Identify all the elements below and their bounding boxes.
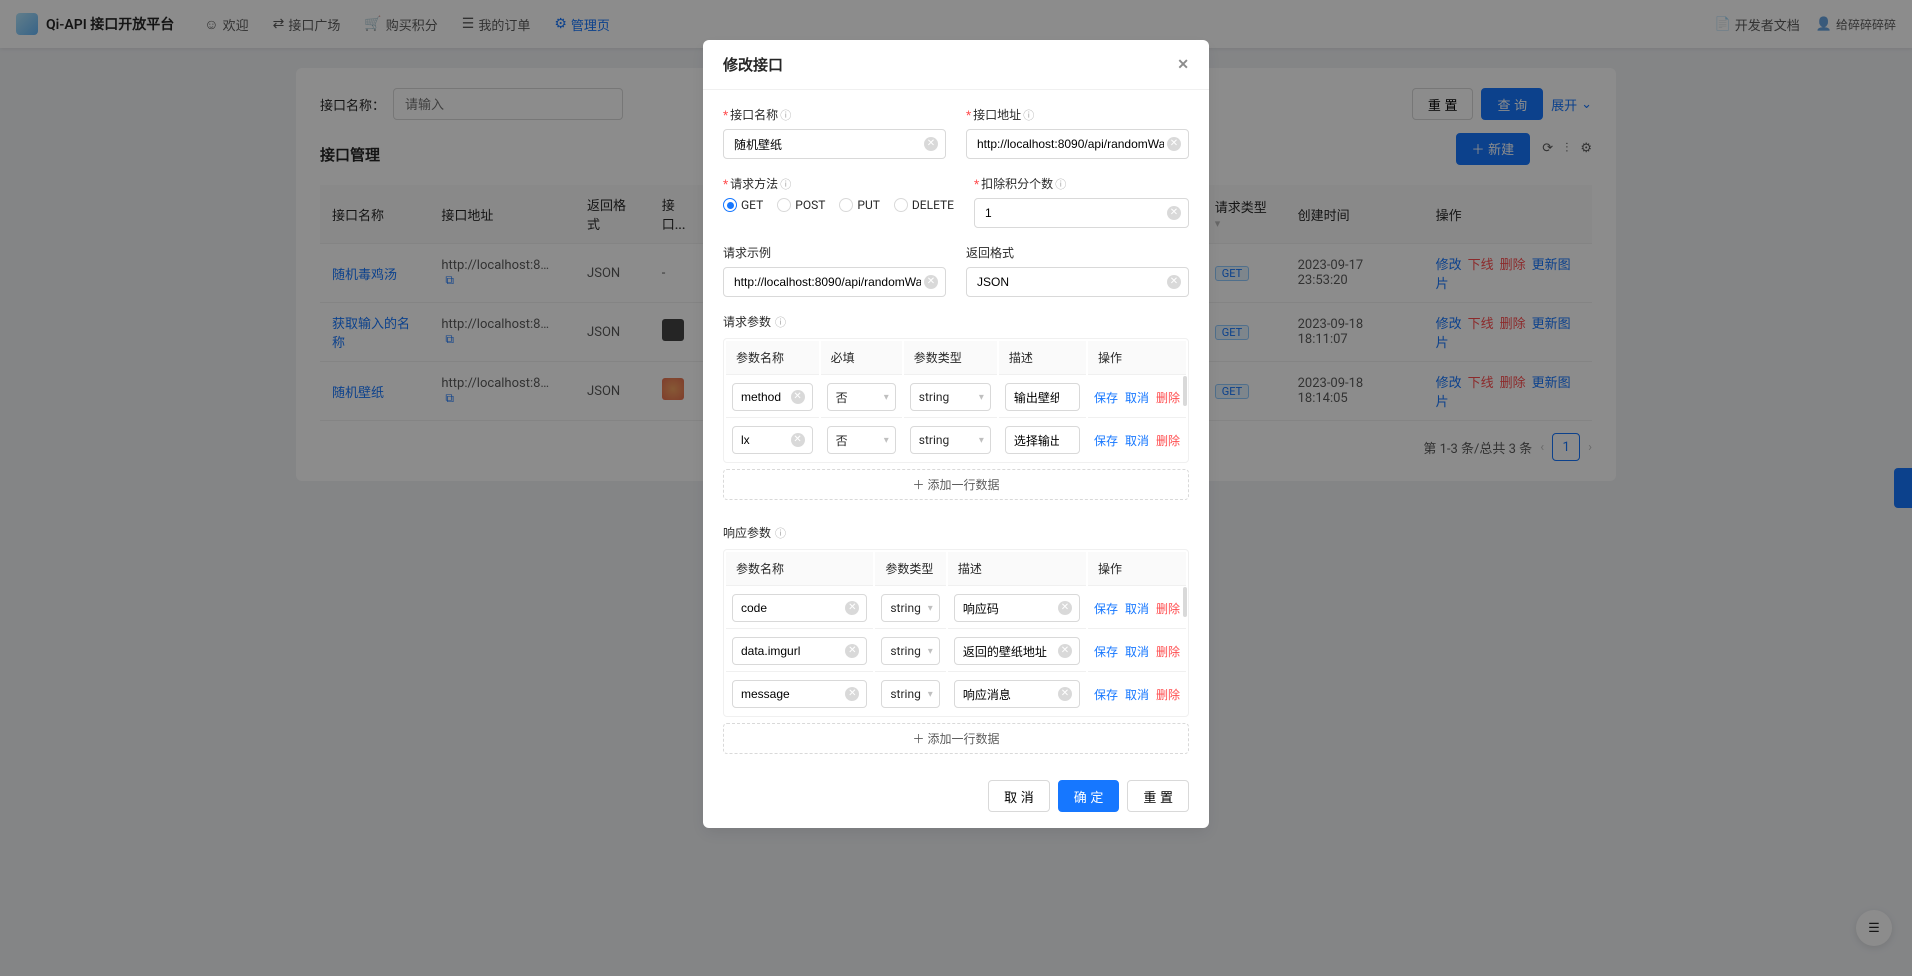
param-row: ✕ string▾ ✕ 保存 取消 删除 bbox=[726, 674, 1186, 714]
url-input[interactable] bbox=[966, 129, 1189, 159]
ok-button[interactable]: 确 定 bbox=[1058, 780, 1120, 812]
info-icon: ⓘ bbox=[780, 176, 791, 192]
save-link[interactable]: 保存 bbox=[1094, 434, 1118, 448]
info-icon: ⓘ bbox=[1055, 176, 1066, 192]
req-params-table: 参数名称 必填 参数类型 描述 操作 ✕否▾string▾保存 取消 删除✕否▾… bbox=[723, 338, 1189, 463]
info-icon: ⓘ bbox=[780, 107, 791, 123]
cancel-button[interactable]: 取 消 bbox=[988, 780, 1050, 812]
chevron-down-icon: ▾ bbox=[928, 603, 933, 614]
clear-icon[interactable]: ✕ bbox=[845, 644, 859, 658]
scrollbar[interactable] bbox=[1183, 587, 1187, 617]
label-example: 请求示例 bbox=[723, 244, 771, 261]
cancel-link[interactable]: 取消 bbox=[1125, 391, 1149, 405]
required-select[interactable]: 否▾ bbox=[827, 426, 896, 454]
type-select[interactable]: string▾ bbox=[910, 383, 991, 411]
save-link[interactable]: 保存 bbox=[1094, 645, 1118, 659]
param-row: ✕ 否▾ string▾ 保存 取消 删除 bbox=[726, 420, 1186, 460]
respformat-input[interactable] bbox=[966, 267, 1189, 297]
chevron-down-icon: ▾ bbox=[884, 435, 889, 446]
delete-link[interactable]: 删除 bbox=[1156, 602, 1180, 616]
delete-link[interactable]: 删除 bbox=[1156, 434, 1180, 448]
info-icon: ⓘ bbox=[775, 314, 786, 330]
required-select[interactable]: 否▾ bbox=[827, 383, 896, 411]
type-select[interactable]: string▾ bbox=[881, 594, 939, 622]
save-link[interactable]: 保存 bbox=[1094, 391, 1118, 405]
chevron-down-icon: ▾ bbox=[979, 435, 984, 446]
chevron-down-icon: ▾ bbox=[884, 392, 889, 403]
radio-delete[interactable]: DELETE bbox=[894, 198, 954, 212]
clear-icon[interactable]: ✕ bbox=[791, 433, 805, 447]
clear-icon[interactable]: ✕ bbox=[1167, 137, 1181, 151]
clear-icon[interactable]: ✕ bbox=[1058, 644, 1072, 658]
param-row: ✕ string▾ ✕ 保存 取消 删除 bbox=[726, 588, 1186, 629]
label-cost: 扣除积分个数 bbox=[981, 175, 1053, 192]
type-select[interactable]: string▾ bbox=[910, 426, 991, 454]
clear-icon[interactable]: ✕ bbox=[924, 275, 938, 289]
modal-title: 修改接口 bbox=[723, 54, 783, 75]
resp-params-table: 参数名称 参数类型 描述 操作 ✕string▾✕保存 取消 删除✕string… bbox=[723, 549, 1189, 717]
radio-post[interactable]: POST bbox=[777, 198, 825, 212]
cancel-link[interactable]: 取消 bbox=[1125, 645, 1149, 659]
type-select[interactable]: string▾ bbox=[881, 637, 939, 665]
cancel-link[interactable]: 取消 bbox=[1125, 688, 1149, 702]
desc-input[interactable] bbox=[1005, 383, 1080, 411]
label-respparams: 响应参数 bbox=[723, 524, 771, 541]
type-select[interactable]: string▾ bbox=[881, 680, 939, 708]
label-reqparams: 请求参数 bbox=[723, 313, 771, 330]
clear-icon[interactable]: ✕ bbox=[845, 687, 859, 701]
label-name: 接口名称 bbox=[730, 106, 778, 123]
clear-icon[interactable]: ✕ bbox=[924, 137, 938, 151]
example-input[interactable] bbox=[723, 267, 946, 297]
label-respformat: 返回格式 bbox=[966, 244, 1014, 261]
delete-link[interactable]: 删除 bbox=[1156, 391, 1180, 405]
add-req-param-button[interactable]: ＋ 添加一行数据 bbox=[723, 469, 1189, 500]
delete-link[interactable]: 删除 bbox=[1156, 645, 1180, 659]
radio-get[interactable]: GET bbox=[723, 198, 763, 212]
save-link[interactable]: 保存 bbox=[1094, 602, 1118, 616]
add-resp-param-button[interactable]: ＋ 添加一行数据 bbox=[723, 723, 1189, 754]
method-radio-group: GET POST PUT DELETE bbox=[723, 198, 954, 212]
delete-link[interactable]: 删除 bbox=[1156, 688, 1180, 702]
clear-icon[interactable]: ✕ bbox=[791, 390, 805, 404]
clear-icon[interactable]: ✕ bbox=[1058, 687, 1072, 701]
radio-put[interactable]: PUT bbox=[839, 198, 880, 212]
chevron-down-icon: ▾ bbox=[928, 646, 933, 657]
label-url: 接口地址 bbox=[973, 106, 1021, 123]
chevron-down-icon: ▾ bbox=[928, 689, 933, 700]
label-method: 请求方法 bbox=[730, 175, 778, 192]
clear-icon[interactable]: ✕ bbox=[845, 601, 859, 615]
name-input[interactable] bbox=[723, 129, 946, 159]
chevron-down-icon: ▾ bbox=[979, 392, 984, 403]
scrollbar[interactable] bbox=[1183, 376, 1187, 406]
modal-body: *接口名称 ⓘ ✕ *接口地址 ⓘ ✕ *请求方法 ⓘ GET POST PUT… bbox=[703, 90, 1209, 770]
modal-header: 修改接口 ✕ bbox=[703, 40, 1209, 90]
desc-input[interactable] bbox=[1005, 426, 1080, 454]
clear-icon[interactable]: ✕ bbox=[1058, 601, 1072, 615]
cost-input[interactable] bbox=[974, 198, 1189, 228]
save-link[interactable]: 保存 bbox=[1094, 688, 1118, 702]
close-icon[interactable]: ✕ bbox=[1177, 57, 1189, 73]
cancel-link[interactable]: 取消 bbox=[1125, 434, 1149, 448]
info-icon: ⓘ bbox=[775, 525, 786, 541]
reset-modal-button[interactable]: 重 置 bbox=[1127, 780, 1189, 812]
clear-icon[interactable]: ✕ bbox=[1167, 275, 1181, 289]
param-row: ✕ 否▾ string▾ 保存 取消 删除 bbox=[726, 377, 1186, 418]
modal-footer: 取 消 确 定 重 置 bbox=[703, 770, 1209, 828]
edit-modal: 修改接口 ✕ *接口名称 ⓘ ✕ *接口地址 ⓘ ✕ *请求方法 ⓘ GET P… bbox=[703, 40, 1209, 828]
param-row: ✕ string▾ ✕ 保存 取消 删除 bbox=[726, 631, 1186, 672]
info-icon: ⓘ bbox=[1023, 107, 1034, 123]
cancel-link[interactable]: 取消 bbox=[1125, 602, 1149, 616]
clear-icon[interactable]: ✕ bbox=[1167, 206, 1181, 220]
